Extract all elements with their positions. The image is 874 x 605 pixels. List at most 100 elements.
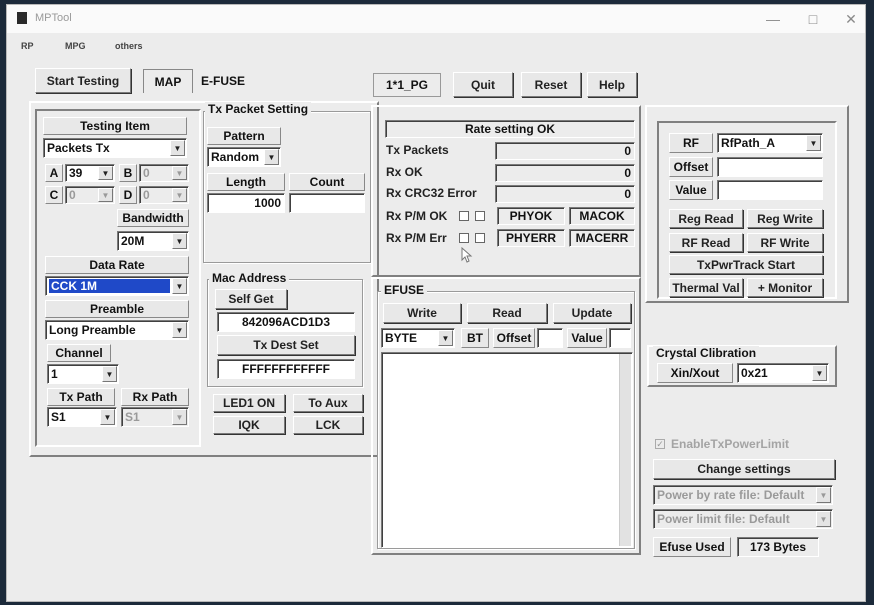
efuse-update-button[interactable]: Update bbox=[553, 303, 631, 323]
chevron-down-icon[interactable]: ▼ bbox=[172, 233, 187, 249]
minimize-icon[interactable]: — bbox=[759, 9, 787, 29]
count-input[interactable] bbox=[289, 193, 365, 213]
efuse-type-select[interactable]: BYTE ▼ bbox=[381, 328, 455, 348]
enable-tx-power-limit-checkbox[interactable]: ✓ bbox=[655, 439, 665, 449]
length-label: Length bbox=[207, 173, 285, 191]
dest-mac-field[interactable]: FFFFFFFFFFFF bbox=[217, 359, 355, 379]
mac-address-title: Mac Address bbox=[209, 271, 290, 285]
maximize-icon[interactable]: □ bbox=[799, 9, 827, 29]
lck-button[interactable]: LCK bbox=[293, 416, 363, 434]
efuse-write-button[interactable]: Write bbox=[383, 303, 461, 323]
thermal-val-button[interactable]: Thermal Val bbox=[669, 278, 743, 297]
to-aux-button[interactable]: To Aux bbox=[293, 394, 363, 412]
offset-label: Offset bbox=[493, 328, 535, 348]
led1-on-button[interactable]: LED1 ON bbox=[213, 394, 285, 412]
quit-button[interactable]: Quit bbox=[453, 72, 513, 97]
rx-path-select[interactable]: S1 ▼ bbox=[121, 407, 189, 427]
tx-path-select[interactable]: S1 ▼ bbox=[47, 407, 117, 427]
preamble-select[interactable]: Long Preamble ▼ bbox=[45, 320, 189, 340]
chevron-down-icon[interactable]: ▼ bbox=[816, 487, 831, 503]
chevron-down-icon[interactable]: ▼ bbox=[102, 366, 117, 382]
chevron-down-icon[interactable]: ▼ bbox=[172, 188, 187, 202]
channel-label: Channel bbox=[47, 344, 111, 362]
a-select[interactable]: 39 ▼ bbox=[65, 164, 115, 182]
bt-label: BT bbox=[461, 328, 489, 348]
tx-packets-value: 0 bbox=[495, 142, 635, 160]
efuse-scrollbar[interactable] bbox=[619, 354, 631, 546]
close-icon[interactable]: ✕ bbox=[837, 9, 865, 29]
crystal-select[interactable]: 0x21 ▼ bbox=[737, 363, 829, 383]
crystal-title: Crystal Clibration bbox=[653, 346, 760, 360]
rx-path-label: Rx Path bbox=[121, 388, 189, 406]
tx-path-label: Tx Path bbox=[47, 388, 115, 406]
a-label: A bbox=[45, 164, 63, 182]
data-rate-select[interactable]: CCK 1M ▼ bbox=[45, 276, 189, 296]
help-button[interactable]: Help bbox=[587, 72, 637, 97]
rx-ok-value: 0 bbox=[495, 164, 635, 182]
pattern-label: Pattern bbox=[207, 127, 281, 145]
rf-path-select[interactable]: RfPath_A ▼ bbox=[717, 133, 823, 153]
chevron-down-icon[interactable]: ▼ bbox=[264, 149, 279, 165]
rf-offset-input[interactable] bbox=[717, 157, 823, 177]
rx-crc-label: Rx CRC32 Error bbox=[386, 186, 477, 200]
power-by-rate-select[interactable]: Power by rate file: Default ▼ bbox=[653, 485, 833, 505]
rx-ok-label: Rx OK bbox=[386, 165, 423, 179]
menu-item-mpg[interactable]: MPG bbox=[65, 41, 86, 51]
chevron-down-icon[interactable]: ▼ bbox=[98, 188, 113, 202]
efuse-title: EFUSE bbox=[381, 283, 428, 297]
mptool-window: MPTool — □ ✕ RP MPG others Start Testing… bbox=[6, 4, 866, 602]
bandwidth-select[interactable]: 20M ▼ bbox=[117, 231, 189, 251]
reset-button[interactable]: Reset bbox=[521, 72, 581, 97]
txpwr-track-button[interactable]: TxPwrTrack Start bbox=[669, 255, 823, 274]
menu-item-rp[interactable]: RP bbox=[21, 41, 34, 51]
chevron-down-icon[interactable]: ▼ bbox=[172, 166, 187, 180]
tab-efuse[interactable]: E-FUSE bbox=[197, 69, 249, 93]
efuse-value-input[interactable] bbox=[609, 328, 631, 348]
efuse-offset-input[interactable] bbox=[537, 328, 563, 348]
chevron-down-icon[interactable]: ▼ bbox=[170, 140, 185, 156]
start-testing-button[interactable]: Start Testing bbox=[35, 68, 131, 93]
tx-packet-title: Tx Packet Setting bbox=[205, 102, 312, 116]
rx-pm-ok-checkbox-2[interactable] bbox=[475, 211, 485, 221]
efuse-read-button[interactable]: Read bbox=[467, 303, 547, 323]
reg-read-button[interactable]: Reg Read bbox=[669, 209, 743, 228]
tab-map[interactable]: MAP bbox=[143, 69, 193, 93]
testing-item-select[interactable]: Packets Tx ▼ bbox=[43, 138, 187, 158]
rx-pm-err-checkbox-1[interactable] bbox=[459, 233, 469, 243]
length-input[interactable]: 1000 bbox=[207, 193, 285, 213]
b-select[interactable]: 0 ▼ bbox=[139, 164, 189, 182]
efuse-used-label: Efuse Used bbox=[653, 537, 731, 557]
rf-value-label: Value bbox=[669, 180, 713, 200]
xin-xout-label: Xin/Xout bbox=[657, 363, 733, 383]
tx-dest-set-button[interactable]: Tx Dest Set bbox=[217, 335, 355, 355]
rf-write-button[interactable]: RF Write bbox=[747, 233, 823, 252]
efuse-output-area[interactable] bbox=[381, 352, 633, 548]
chevron-down-icon[interactable]: ▼ bbox=[98, 166, 113, 180]
chevron-down-icon[interactable]: ▼ bbox=[816, 511, 831, 527]
channel-select[interactable]: 1 ▼ bbox=[47, 364, 119, 384]
chevron-down-icon[interactable]: ▼ bbox=[172, 409, 187, 425]
rx-pm-err-checkbox-2[interactable] bbox=[475, 233, 485, 243]
c-select[interactable]: 0 ▼ bbox=[65, 186, 115, 204]
rf-read-button[interactable]: RF Read bbox=[669, 233, 743, 252]
menu-item-others[interactable]: others bbox=[115, 41, 143, 51]
rx-crc-value: 0 bbox=[495, 185, 635, 203]
c-label: C bbox=[45, 186, 63, 204]
change-settings-button[interactable]: Change settings bbox=[653, 459, 835, 479]
rx-pm-ok-checkbox-1[interactable] bbox=[459, 211, 469, 221]
d-select[interactable]: 0 ▼ bbox=[139, 186, 189, 204]
monitor-button[interactable]: + Monitor bbox=[747, 278, 823, 297]
self-mac-field[interactable]: 842096ACD1D3 bbox=[217, 312, 355, 332]
reg-write-button[interactable]: Reg Write bbox=[747, 209, 823, 228]
chevron-down-icon[interactable]: ▼ bbox=[172, 278, 187, 294]
chevron-down-icon[interactable]: ▼ bbox=[172, 322, 187, 338]
self-get-button[interactable]: Self Get bbox=[215, 289, 287, 309]
rf-value-input[interactable] bbox=[717, 180, 823, 200]
chevron-down-icon[interactable]: ▼ bbox=[438, 330, 453, 346]
pattern-select[interactable]: Random ▼ bbox=[207, 147, 281, 167]
chevron-down-icon[interactable]: ▼ bbox=[806, 135, 821, 151]
power-limit-select[interactable]: Power limit file: Default ▼ bbox=[653, 509, 833, 529]
iqk-button[interactable]: IQK bbox=[213, 416, 285, 434]
chevron-down-icon[interactable]: ▼ bbox=[812, 365, 827, 381]
chevron-down-icon[interactable]: ▼ bbox=[100, 409, 115, 425]
